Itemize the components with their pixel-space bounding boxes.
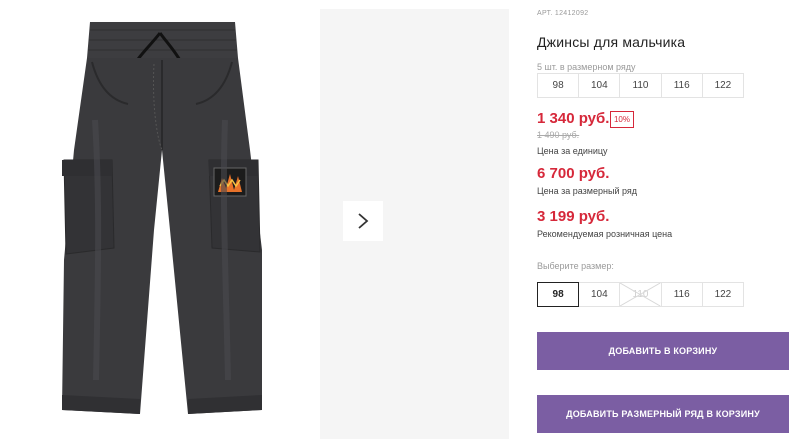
size-row-cell: 122 <box>714 80 732 91</box>
unit-price-caption: Цена за единицу <box>537 146 608 156</box>
size-option-98[interactable]: 98 <box>537 282 580 307</box>
size-row-cell: 104 <box>579 74 621 97</box>
retail-price: 3 199 руб. <box>537 208 610 225</box>
unit-price: 1 340 руб. <box>537 110 610 127</box>
size-option-104[interactable]: 104 <box>579 282 621 307</box>
size-row-cell: 110 <box>620 74 662 97</box>
size-row-table: 98 104 110 116 122 <box>537 73 744 98</box>
size-row-label: 5 шт. в размерном ряду <box>537 62 636 72</box>
discount-badge: 10% <box>610 111 634 128</box>
add-size-row-to-cart-button[interactable]: ДОБАВИТЬ РАЗМЕРНЫЙ РЯД В КОРЗИНУ <box>537 395 789 433</box>
jeans-image <box>62 22 262 414</box>
size-option-122[interactable]: 122 <box>702 282 745 307</box>
size-row-cell: 116 <box>662 74 703 97</box>
row-price-caption: Цена за размерный ряд <box>537 186 638 196</box>
chevron-right-icon <box>358 213 369 229</box>
size-row-cell: 98 <box>538 74 580 97</box>
size-option-116[interactable]: 116 <box>661 282 703 307</box>
gallery-next-slide <box>320 9 509 439</box>
gallery-next-button[interactable] <box>343 201 383 241</box>
size-selector: 98 104 110 116 122 <box>537 282 745 307</box>
old-price: 1 490 руб. <box>537 130 580 140</box>
retail-price-caption: Рекомендуемая розничная цена <box>537 229 673 239</box>
product-image[interactable] <box>0 0 312 439</box>
row-price: 6 700 руб. <box>537 165 610 182</box>
article-number: АРТ. 12412092 <box>537 10 589 17</box>
product-title: Джинсы для мальчика <box>537 34 686 50</box>
unavailable-strike-icon <box>620 283 661 306</box>
choose-size-label: Выберите размер: <box>537 261 614 271</box>
add-to-cart-button[interactable]: ДОБАВИТЬ В КОРЗИНУ <box>537 332 789 370</box>
size-option-110: 110 <box>620 282 662 307</box>
